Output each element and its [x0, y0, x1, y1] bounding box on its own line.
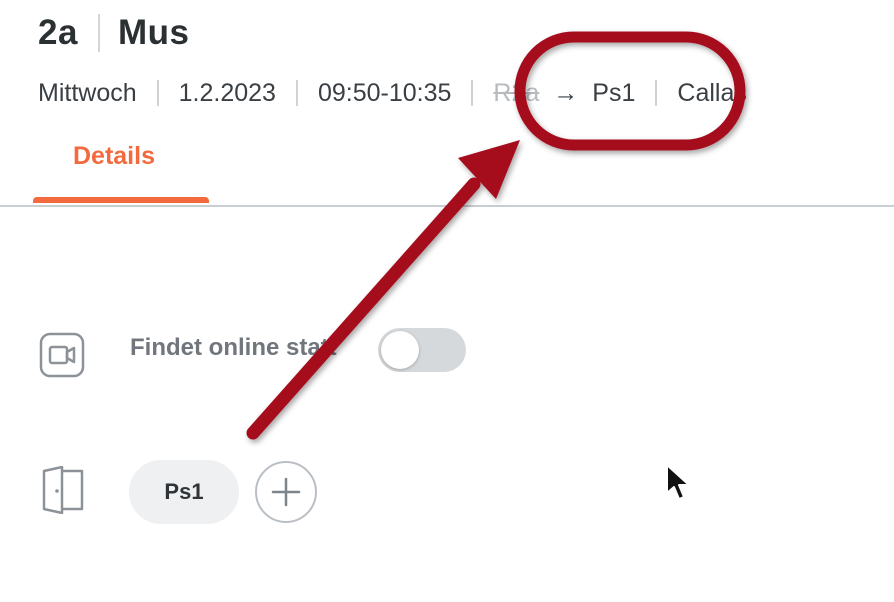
time-range: 09:50-10:35 [317, 78, 452, 107]
toggle-knob [381, 331, 419, 369]
lesson-title: 2a Mus [38, 10, 189, 56]
room-change-arrow: → [553, 78, 579, 107]
tab-active-indicator [33, 197, 209, 203]
online-label: Findet online statt [130, 334, 337, 361]
plus-icon [271, 477, 301, 507]
room-new: Ps1 [592, 78, 636, 107]
mouse-cursor-icon [666, 464, 690, 500]
door-icon [42, 466, 84, 514]
annotation-arrow-head [458, 140, 520, 199]
room-old: R2a [493, 78, 540, 107]
online-toggle[interactable] [378, 328, 466, 372]
teacher: Callas [677, 78, 747, 107]
annotation-arrow-shaft [246, 177, 481, 440]
room-chip[interactable]: Ps1 [129, 460, 239, 524]
meta-separator [655, 80, 658, 106]
lesson-meta: Mittwoch 1.2.2023 09:50-10:35 R2a → Ps1 … [38, 73, 747, 113]
tab-details[interactable]: Details [73, 142, 155, 171]
title-separator [97, 14, 100, 52]
date: 1.2.2023 [178, 78, 276, 107]
meta-separator [471, 80, 474, 106]
subject-name: Mus [117, 13, 190, 52]
add-room-button[interactable] [255, 461, 317, 523]
meta-separator [156, 80, 159, 106]
weekday: Mittwoch [38, 78, 137, 107]
video-camera-icon [39, 332, 85, 378]
meta-separator [295, 80, 298, 106]
class-name: 2a [38, 13, 78, 52]
tab-divider [0, 205, 894, 207]
